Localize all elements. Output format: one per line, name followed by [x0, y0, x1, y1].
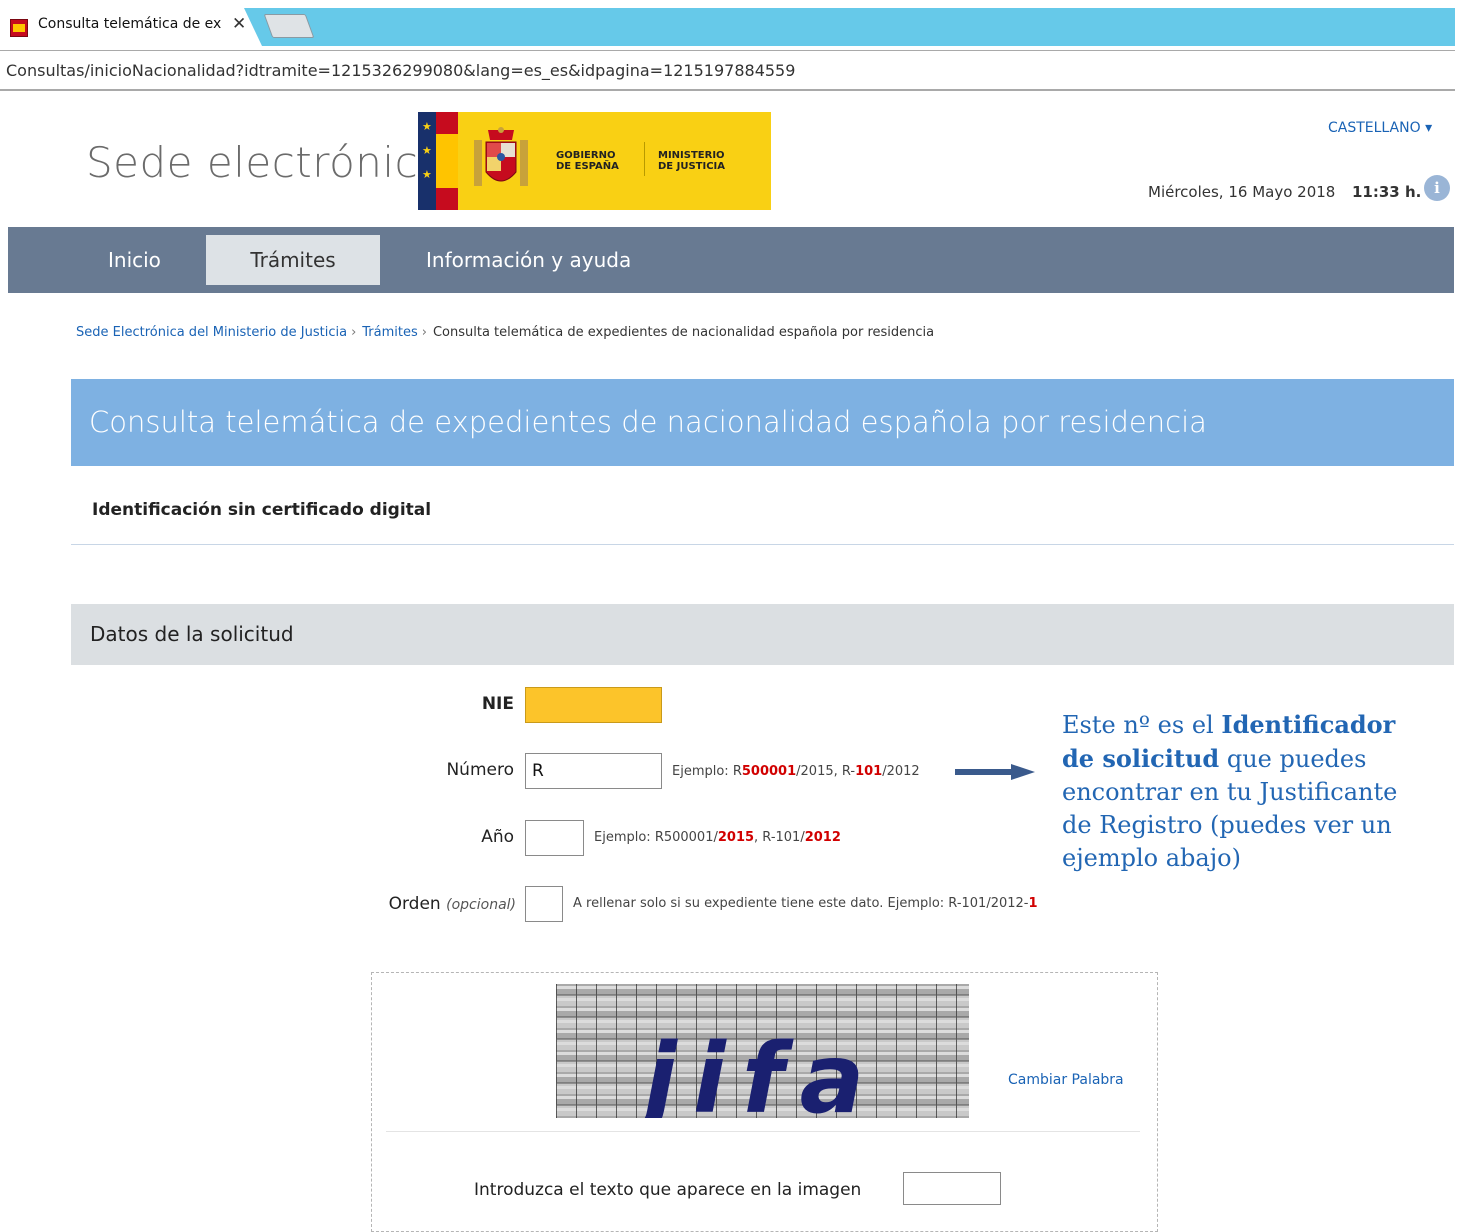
- captcha-prompt: Introduzca el texto que aparece en la im…: [474, 1180, 862, 1200]
- orden-label: Orden (opcional): [388, 894, 516, 914]
- breadcrumb-current: Consulta telemática de expedientes de na…: [432, 325, 935, 340]
- info-icon[interactable]: i: [1424, 175, 1450, 201]
- new-tab-button[interactable]: [263, 14, 315, 38]
- orden-hint: A rellenar solo si su expediente tiene e…: [573, 896, 1038, 911]
- url-text: Consultas/inicioNacionalidad?idtramite=1…: [6, 61, 796, 80]
- identification-heading: Identificación sin certificado digital: [92, 500, 432, 520]
- breadcrumb-link-sede[interactable]: Sede Electrónica del Ministerio de Justi…: [76, 325, 347, 340]
- captcha-word: jifa: [631, 1023, 880, 1118]
- site-title[interactable]: Sede electrónica: [86, 138, 444, 187]
- orden-input[interactable]: [525, 886, 563, 922]
- current-date: Miércoles, 16 Mayo 2018: [1148, 183, 1336, 201]
- captcha-image: jifa: [556, 984, 969, 1118]
- address-bar[interactable]: Consultas/inicioNacionalidad?idtramite=1…: [0, 50, 1455, 91]
- divider: [71, 544, 1454, 545]
- breadcrumb: Sede Electrónica del Ministerio de Justi…: [76, 325, 934, 340]
- numero-input[interactable]: R: [525, 753, 662, 789]
- anio-hint: Ejemplo: R500001/2015, R-101/2012: [594, 830, 841, 845]
- gobierno-label: GOBIERNO DE ESPAÑA: [556, 150, 619, 172]
- nav-item-informacion-ayuda[interactable]: Información y ayuda: [426, 227, 631, 293]
- language-select[interactable]: CASTELLANO ▾: [1328, 120, 1432, 136]
- nav-item-tramites[interactable]: Trámites: [206, 235, 380, 285]
- arrow-right-icon: [955, 764, 1035, 780]
- nie-input[interactable]: [525, 687, 662, 723]
- anio-label: Año: [481, 827, 514, 847]
- breadcrumb-separator: ›: [421, 325, 427, 340]
- section-title: Datos de la solicitud: [90, 622, 294, 646]
- tab-title: Consulta telemática de ex: [38, 16, 222, 32]
- annotation-note: Este nº es el Identificador de solicitud…: [1062, 710, 1398, 872]
- change-word-link[interactable]: Cambiar Palabra: [1008, 1072, 1124, 1088]
- gobierno-ministerio-logo[interactable]: ★ ★ ★ GOBIERNO DE ESPAÑA MINISTERIO DE J…: [418, 112, 771, 210]
- section-header: Datos de la solicitud: [71, 604, 1454, 665]
- time-value: 11:33 h.: [1352, 183, 1422, 201]
- nie-label: NIE: [481, 694, 514, 714]
- numero-hint: Ejemplo: R500001/2015, R-101/2012: [672, 764, 920, 779]
- captcha-divider: [386, 1131, 1140, 1132]
- breadcrumb-separator: ›: [351, 325, 357, 340]
- ministerio-label: MINISTERIO DE JUSTICIA: [658, 150, 725, 172]
- captcha-input[interactable]: [903, 1172, 1001, 1205]
- current-time: 11:33 h.: [1352, 183, 1421, 201]
- spain-flag-favicon-icon: [10, 19, 28, 37]
- main-nav: Inicio Trámites Información y ayuda: [8, 227, 1454, 293]
- page-title-banner: Consulta telemática de expedientes de na…: [71, 379, 1454, 466]
- close-tab-icon[interactable]: ✕: [232, 14, 246, 34]
- coat-of-arms-icon: [474, 127, 528, 186]
- optional-label: (opcional): [446, 897, 516, 913]
- page-title: Consulta telemática de expedientes de na…: [89, 405, 1207, 439]
- numero-label: Número: [446, 760, 514, 780]
- nav-item-inicio[interactable]: Inicio: [108, 227, 161, 293]
- breadcrumb-link-tramites[interactable]: Trámites: [362, 325, 418, 340]
- anio-input[interactable]: [525, 820, 584, 856]
